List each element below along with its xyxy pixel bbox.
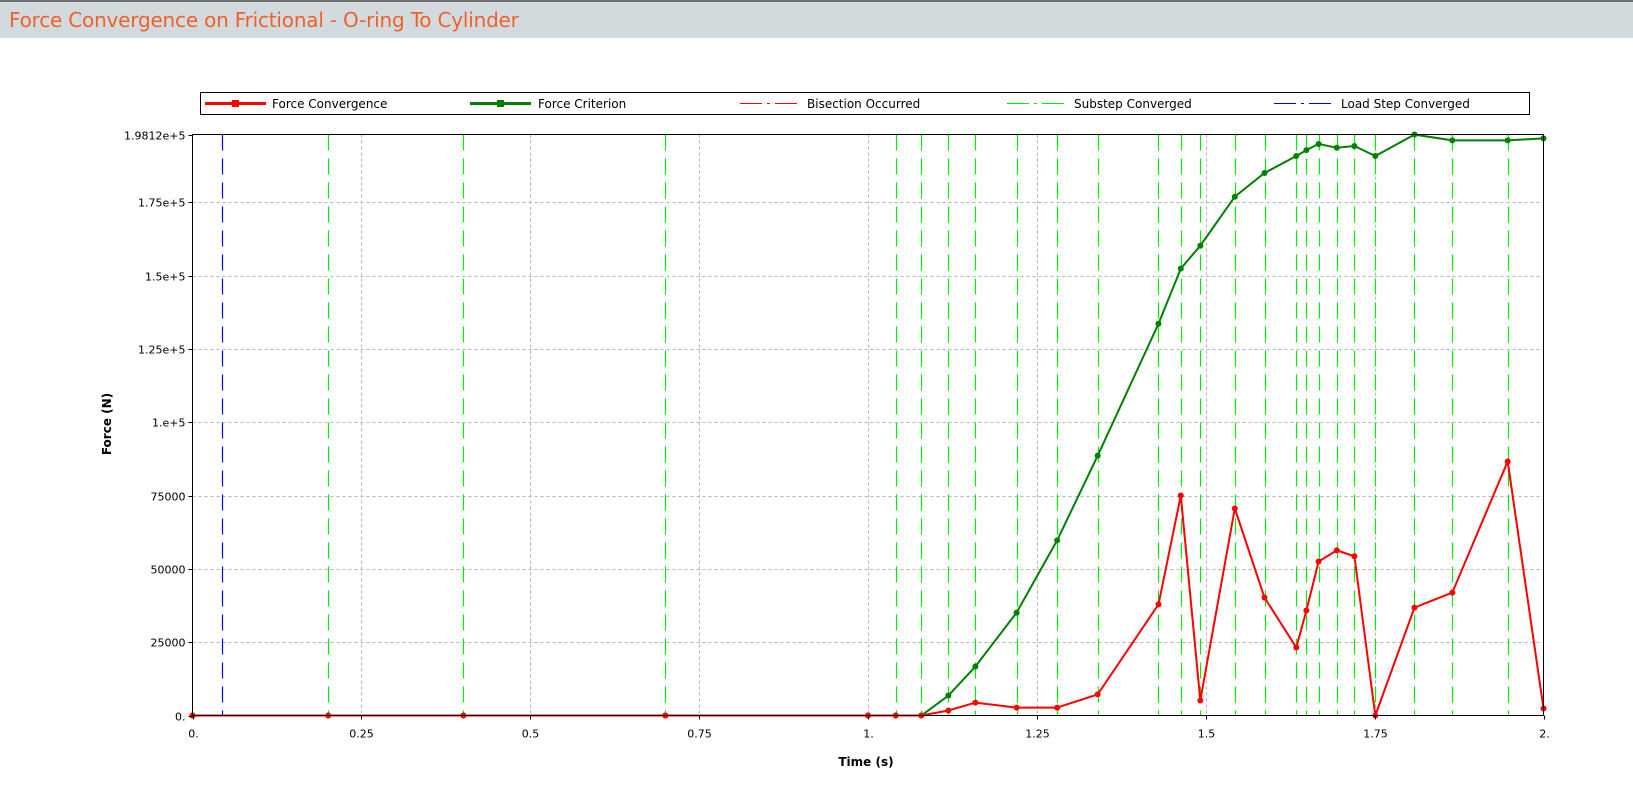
force-criterion-point: [1293, 152, 1300, 159]
force-criterion-point: [1197, 242, 1204, 249]
force-convergence-point: [972, 699, 979, 706]
force-criterion-point: [1504, 137, 1511, 144]
force-convergence-point: [1315, 558, 1322, 565]
x-axis-title: Time (s): [838, 755, 893, 769]
grid: [192, 134, 1544, 716]
legend-marker-force-criterion: [497, 100, 504, 107]
x-axis: 0. 0.25 0.5 0.75 1. 1.25 1.5 1.75 2.: [188, 715, 1550, 741]
force-criterion-point: [972, 663, 979, 670]
legend: Force Convergence Force Criterion Bisect…: [200, 92, 1530, 115]
force-convergence-point: [1013, 704, 1020, 711]
force-criterion-point: [1054, 537, 1061, 544]
force-criterion-point: [1013, 609, 1020, 616]
legend-label-substep: Substep Converged: [1074, 97, 1192, 111]
y-tick-label: 0.: [175, 711, 186, 724]
y-tick-label: 1.5e+5: [145, 271, 185, 284]
convergence-markers: [221, 134, 1510, 716]
force-convergence-chart: Force Convergence Force Criterion Bisect…: [100, 92, 1550, 769]
legend-label-bisection: Bisection Occurred: [807, 97, 920, 111]
force-convergence-point: [1333, 547, 1340, 554]
force-convergence-point: [1094, 691, 1101, 698]
force-criterion-point: [1261, 169, 1268, 176]
force-convergence-point: [1177, 492, 1184, 499]
y-tick-label: 25000: [151, 637, 186, 650]
force-criterion-point: [1094, 452, 1101, 459]
legend-label-force-convergence: Force Convergence: [272, 97, 387, 111]
force-convergence-point: [1155, 601, 1162, 608]
x-tick-label: 0.25: [349, 728, 374, 741]
force-convergence-point: [1231, 505, 1238, 512]
force-criterion-point: [1449, 137, 1456, 144]
force-criterion-point: [1372, 152, 1379, 159]
force-criterion-point: [1315, 140, 1322, 147]
force-convergence-point: [1293, 644, 1300, 651]
force-convergence-point: [1411, 604, 1418, 611]
force-convergence-point: [1197, 697, 1204, 704]
y-tick-label: 1.25e+5: [138, 344, 185, 357]
force-criterion-point: [1333, 144, 1340, 151]
x-tick-label: 1.5: [1198, 728, 1216, 741]
x-tick-label: 0.5: [522, 728, 540, 741]
legend-label-force-criterion: Force Criterion: [538, 97, 626, 111]
x-tick-label: 1.75: [1363, 728, 1388, 741]
force-convergence-point: [1449, 589, 1456, 596]
y-tick-label: 1.e+5: [152, 417, 185, 430]
force-convergence-point: [1504, 458, 1511, 465]
legend-marker-force-convergence: [232, 100, 239, 107]
force-criterion-point: [945, 692, 952, 699]
y-tick-label: 1.9812e+5: [124, 130, 185, 143]
force-criterion-point: [1351, 142, 1358, 149]
force-convergence-point: [1351, 553, 1358, 560]
y-tick-label: 50000: [151, 564, 186, 577]
y-tick-label: 75000: [151, 491, 186, 504]
force-convergence-point: [1261, 594, 1268, 601]
force-convergence-point: [1054, 704, 1061, 711]
x-tick-label: 2.: [1539, 728, 1550, 741]
force-convergence-point: [945, 707, 952, 714]
legend-label-load-step: Load Step Converged: [1341, 97, 1470, 111]
x-tick-label: 1.: [863, 728, 874, 741]
x-tick-label: 1.25: [1025, 728, 1050, 741]
force-convergence-point: [1303, 607, 1310, 614]
x-tick-label: 0.75: [687, 728, 712, 741]
y-tick-label: 1.75e+5: [138, 197, 185, 210]
y-axis: 0. 25000 50000 75000 1.e+5 1.25e+5 1.5e+5 1.75e…: [124, 130, 193, 724]
force-criterion-point: [1231, 193, 1238, 200]
force-criterion-point: [1155, 320, 1162, 327]
force-criterion-point: [1303, 147, 1310, 154]
x-tick-label: 0.: [188, 728, 199, 741]
y-axis-title: Force (N): [100, 393, 114, 455]
force-criterion-point: [1177, 265, 1184, 272]
